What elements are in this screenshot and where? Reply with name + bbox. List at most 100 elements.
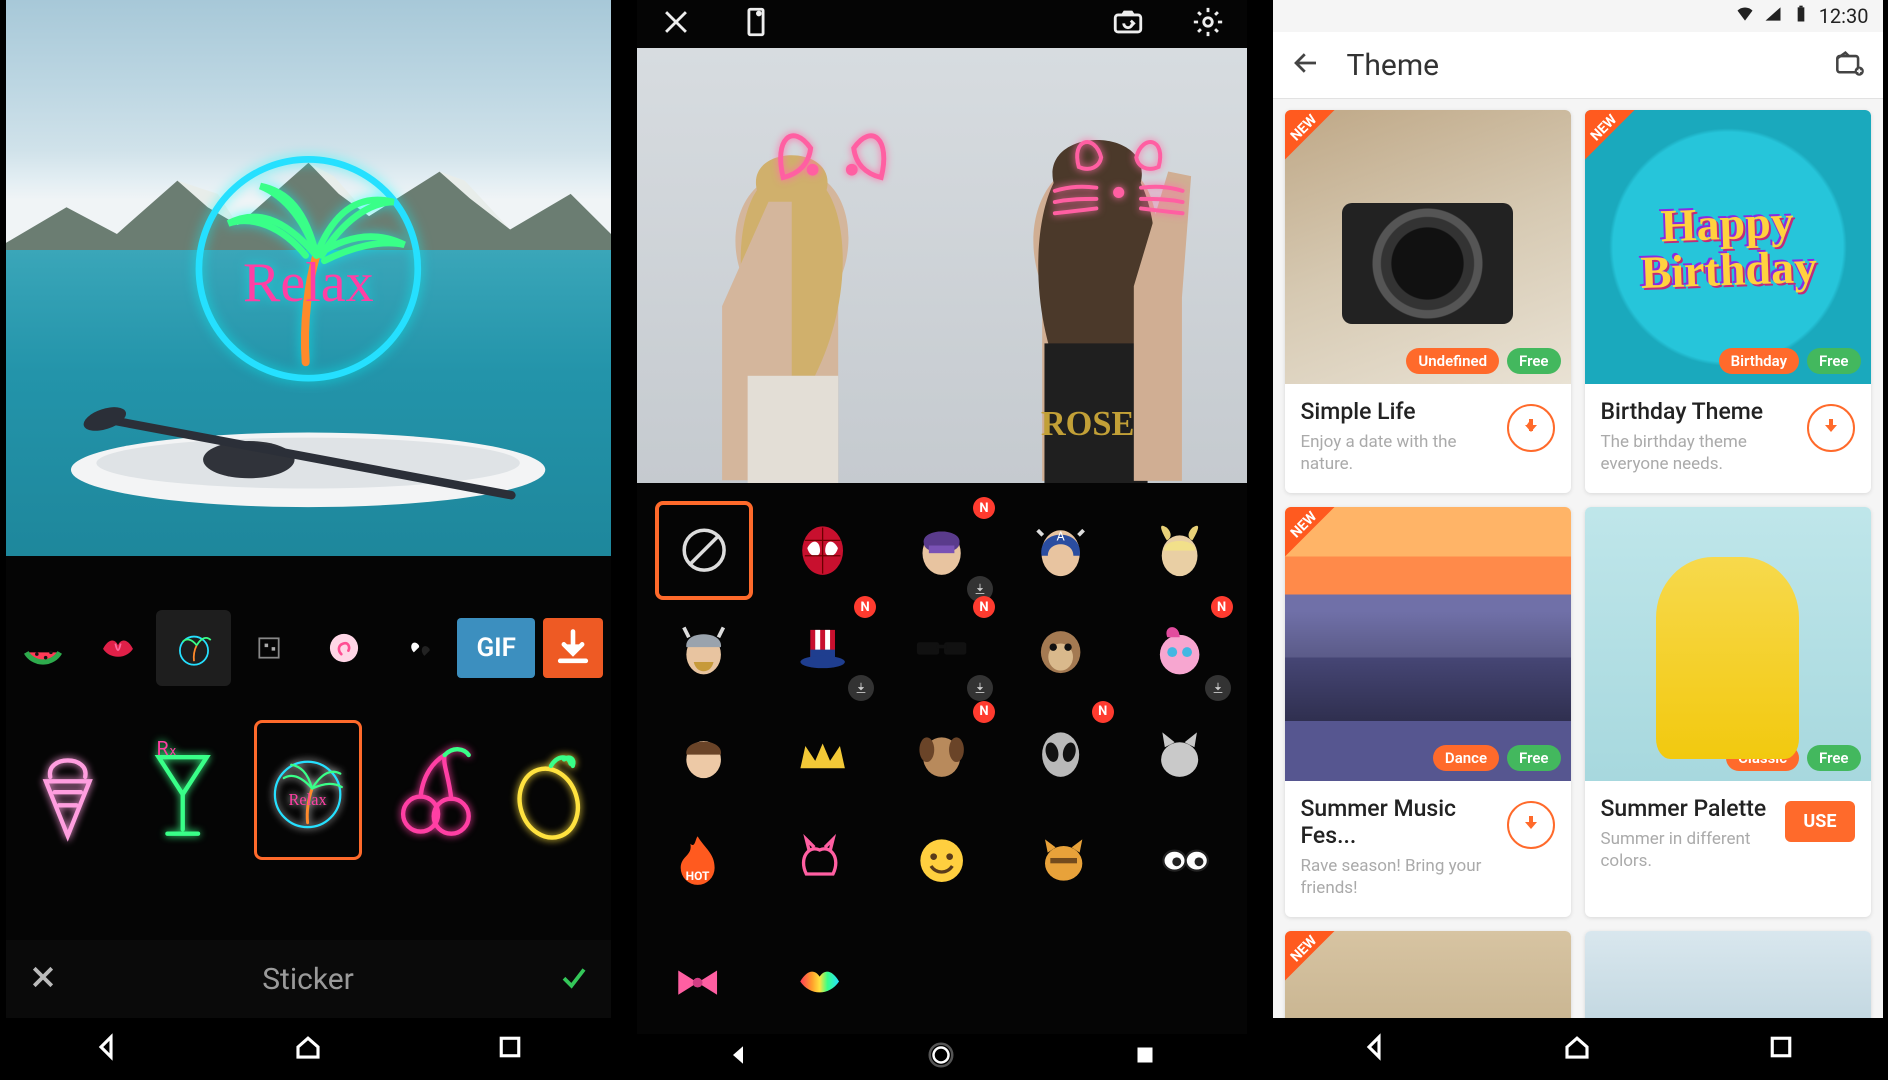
camera-topbar bbox=[637, 0, 1247, 48]
switch-camera-button[interactable] bbox=[1111, 5, 1145, 43]
svg-text:Relax: Relax bbox=[289, 790, 327, 809]
pack-flamingo[interactable] bbox=[307, 610, 382, 686]
mask-sunglasses[interactable]: N bbox=[892, 600, 991, 699]
nav-back-icon[interactable] bbox=[1359, 1032, 1389, 1066]
new-corner-badge: NEW bbox=[1285, 931, 1355, 1001]
download-badge-icon[interactable] bbox=[1205, 675, 1231, 701]
settings-button[interactable] bbox=[1191, 5, 1225, 43]
svg-text:A: A bbox=[1056, 529, 1065, 544]
sticker-lemon[interactable] bbox=[505, 730, 592, 850]
download-badge-icon[interactable] bbox=[848, 675, 874, 701]
gif-pack-button[interactable]: GIF bbox=[457, 610, 535, 686]
download-button[interactable] bbox=[1507, 404, 1555, 452]
mask-boy[interactable] bbox=[655, 705, 754, 804]
sticker-icecream[interactable] bbox=[24, 730, 111, 850]
android-nav-bar bbox=[637, 1034, 1247, 1080]
theme-subtitle: Rave season! Bring your friends! bbox=[1301, 855, 1497, 899]
camera-viewfinder[interactable]: ROSES bbox=[637, 48, 1247, 483]
theme-title: Summer Music Fes... bbox=[1301, 795, 1497, 849]
category-eyes[interactable] bbox=[1143, 818, 1229, 904]
download-button[interactable] bbox=[1807, 404, 1855, 452]
category-animal[interactable] bbox=[1021, 818, 1107, 904]
mask-thor[interactable] bbox=[655, 600, 754, 699]
mask-row-3: N N bbox=[637, 699, 1247, 804]
nav-home-icon[interactable] bbox=[1562, 1032, 1592, 1066]
nav-back-icon[interactable] bbox=[723, 1040, 753, 1074]
download-badge-icon[interactable] bbox=[967, 675, 993, 701]
svg-text:x: x bbox=[170, 744, 177, 759]
mask-dog[interactable]: N bbox=[892, 705, 991, 804]
mask-spiderman[interactable] bbox=[773, 501, 872, 600]
theme-card-peek-2[interactable] bbox=[1585, 931, 1871, 1018]
theme-card-peek-1[interactable]: NEW bbox=[1285, 931, 1571, 1018]
mask-alien[interactable]: N bbox=[1011, 705, 1110, 804]
theme-tag: Undefined bbox=[1406, 348, 1499, 374]
free-tag: Free bbox=[1807, 745, 1860, 771]
mask-horned[interactable] bbox=[1130, 501, 1229, 600]
my-themes-button[interactable] bbox=[1835, 48, 1865, 82]
no-mask-button[interactable] bbox=[655, 501, 754, 600]
new-badge: N bbox=[973, 497, 995, 519]
mask-row-2: N N N bbox=[637, 600, 1247, 699]
mask-superhero-purple[interactable]: N bbox=[892, 501, 991, 600]
mask-cat-face[interactable] bbox=[1130, 705, 1229, 804]
pack-pixel[interactable] bbox=[231, 610, 306, 686]
category-hot[interactable]: HOT bbox=[655, 818, 741, 904]
signal-icon bbox=[1763, 4, 1783, 29]
android-nav-bar bbox=[6, 1018, 611, 1080]
close-button[interactable] bbox=[659, 5, 693, 43]
back-button[interactable] bbox=[1291, 48, 1321, 82]
sticker-cocktail[interactable]: Rx bbox=[139, 730, 226, 850]
theme-card-summer-music[interactable]: NEW Dance Free Summer Music Fes... Rave … bbox=[1285, 507, 1571, 917]
mask-uncle-sam-hat[interactable]: N bbox=[773, 600, 872, 699]
wifi-icon bbox=[1735, 4, 1755, 29]
new-corner-badge: NEW bbox=[1585, 110, 1655, 180]
pack-watermelon[interactable] bbox=[6, 610, 81, 686]
camera-sticker-screen: ROSES N A N bbox=[637, 0, 1247, 1080]
theme-card-birthday[interactable]: NEW Happy Birthday Birthday Free Birthda… bbox=[1585, 110, 1871, 493]
aspect-ratio-button[interactable] bbox=[739, 5, 773, 43]
new-badge: N bbox=[973, 596, 995, 618]
theme-card-simple-life[interactable]: NEW Undefined Free Simple Life Enjoy a d… bbox=[1285, 110, 1571, 493]
download-packs-button[interactable] bbox=[535, 610, 610, 686]
theme-title: Simple Life bbox=[1301, 398, 1497, 425]
mask-crown[interactable] bbox=[773, 705, 872, 804]
theme-tag: Dance bbox=[1433, 745, 1499, 771]
nav-recent-icon[interactable] bbox=[1130, 1040, 1160, 1074]
pack-neon-relax[interactable] bbox=[156, 610, 231, 686]
clock-text: 12:30 bbox=[1819, 4, 1869, 28]
svg-text:Relax: Relax bbox=[243, 252, 374, 314]
mask-pony[interactable]: N bbox=[1130, 600, 1229, 699]
theme-title: Birthday Theme bbox=[1601, 398, 1797, 425]
theme-scroll[interactable]: NEW Undefined Free Simple Life Enjoy a d… bbox=[1273, 98, 1883, 1018]
category-emoji[interactable] bbox=[899, 818, 985, 904]
theme-subtitle: Summer in different colors. bbox=[1601, 828, 1776, 872]
svg-text:R: R bbox=[156, 737, 168, 760]
use-button[interactable]: USE bbox=[1785, 801, 1854, 842]
editor-preview[interactable]: Relax bbox=[6, 0, 611, 556]
nav-home-icon[interactable] bbox=[293, 1032, 323, 1066]
sticker-neon-palm[interactable]: Relax bbox=[254, 720, 361, 860]
category-bow[interactable] bbox=[655, 940, 741, 1026]
mask-captain[interactable]: A bbox=[1011, 501, 1110, 600]
nav-home-icon[interactable] bbox=[926, 1040, 956, 1074]
category-cat[interactable] bbox=[777, 818, 863, 904]
nav-back-icon[interactable] bbox=[91, 1032, 121, 1066]
applied-sticker-neon-palm[interactable]: Relax bbox=[145, 122, 472, 389]
theme-card-summer-palette[interactable]: Classic Free Summer Palette Summer in di… bbox=[1585, 507, 1871, 917]
pack-lips[interactable] bbox=[81, 610, 156, 686]
nav-recent-icon[interactable] bbox=[495, 1032, 525, 1066]
nav-recent-icon[interactable] bbox=[1766, 1032, 1796, 1066]
happy-birthday-graphic: Happy Birthday bbox=[1585, 196, 1871, 298]
new-badge: N bbox=[1092, 701, 1114, 723]
subject-right: ROSES bbox=[905, 57, 1247, 484]
mask-row-1: N A bbox=[637, 483, 1247, 600]
pack-hearts[interactable] bbox=[382, 610, 457, 686]
sticker-cherries[interactable] bbox=[390, 730, 477, 850]
theme-appbar: Theme bbox=[1273, 32, 1883, 98]
new-corner-badge: NEW bbox=[1285, 507, 1355, 577]
mask-furry[interactable] bbox=[1011, 600, 1110, 699]
free-tag: Free bbox=[1507, 348, 1560, 374]
category-rainbow-lips[interactable] bbox=[777, 940, 863, 1026]
download-button[interactable] bbox=[1507, 801, 1555, 849]
